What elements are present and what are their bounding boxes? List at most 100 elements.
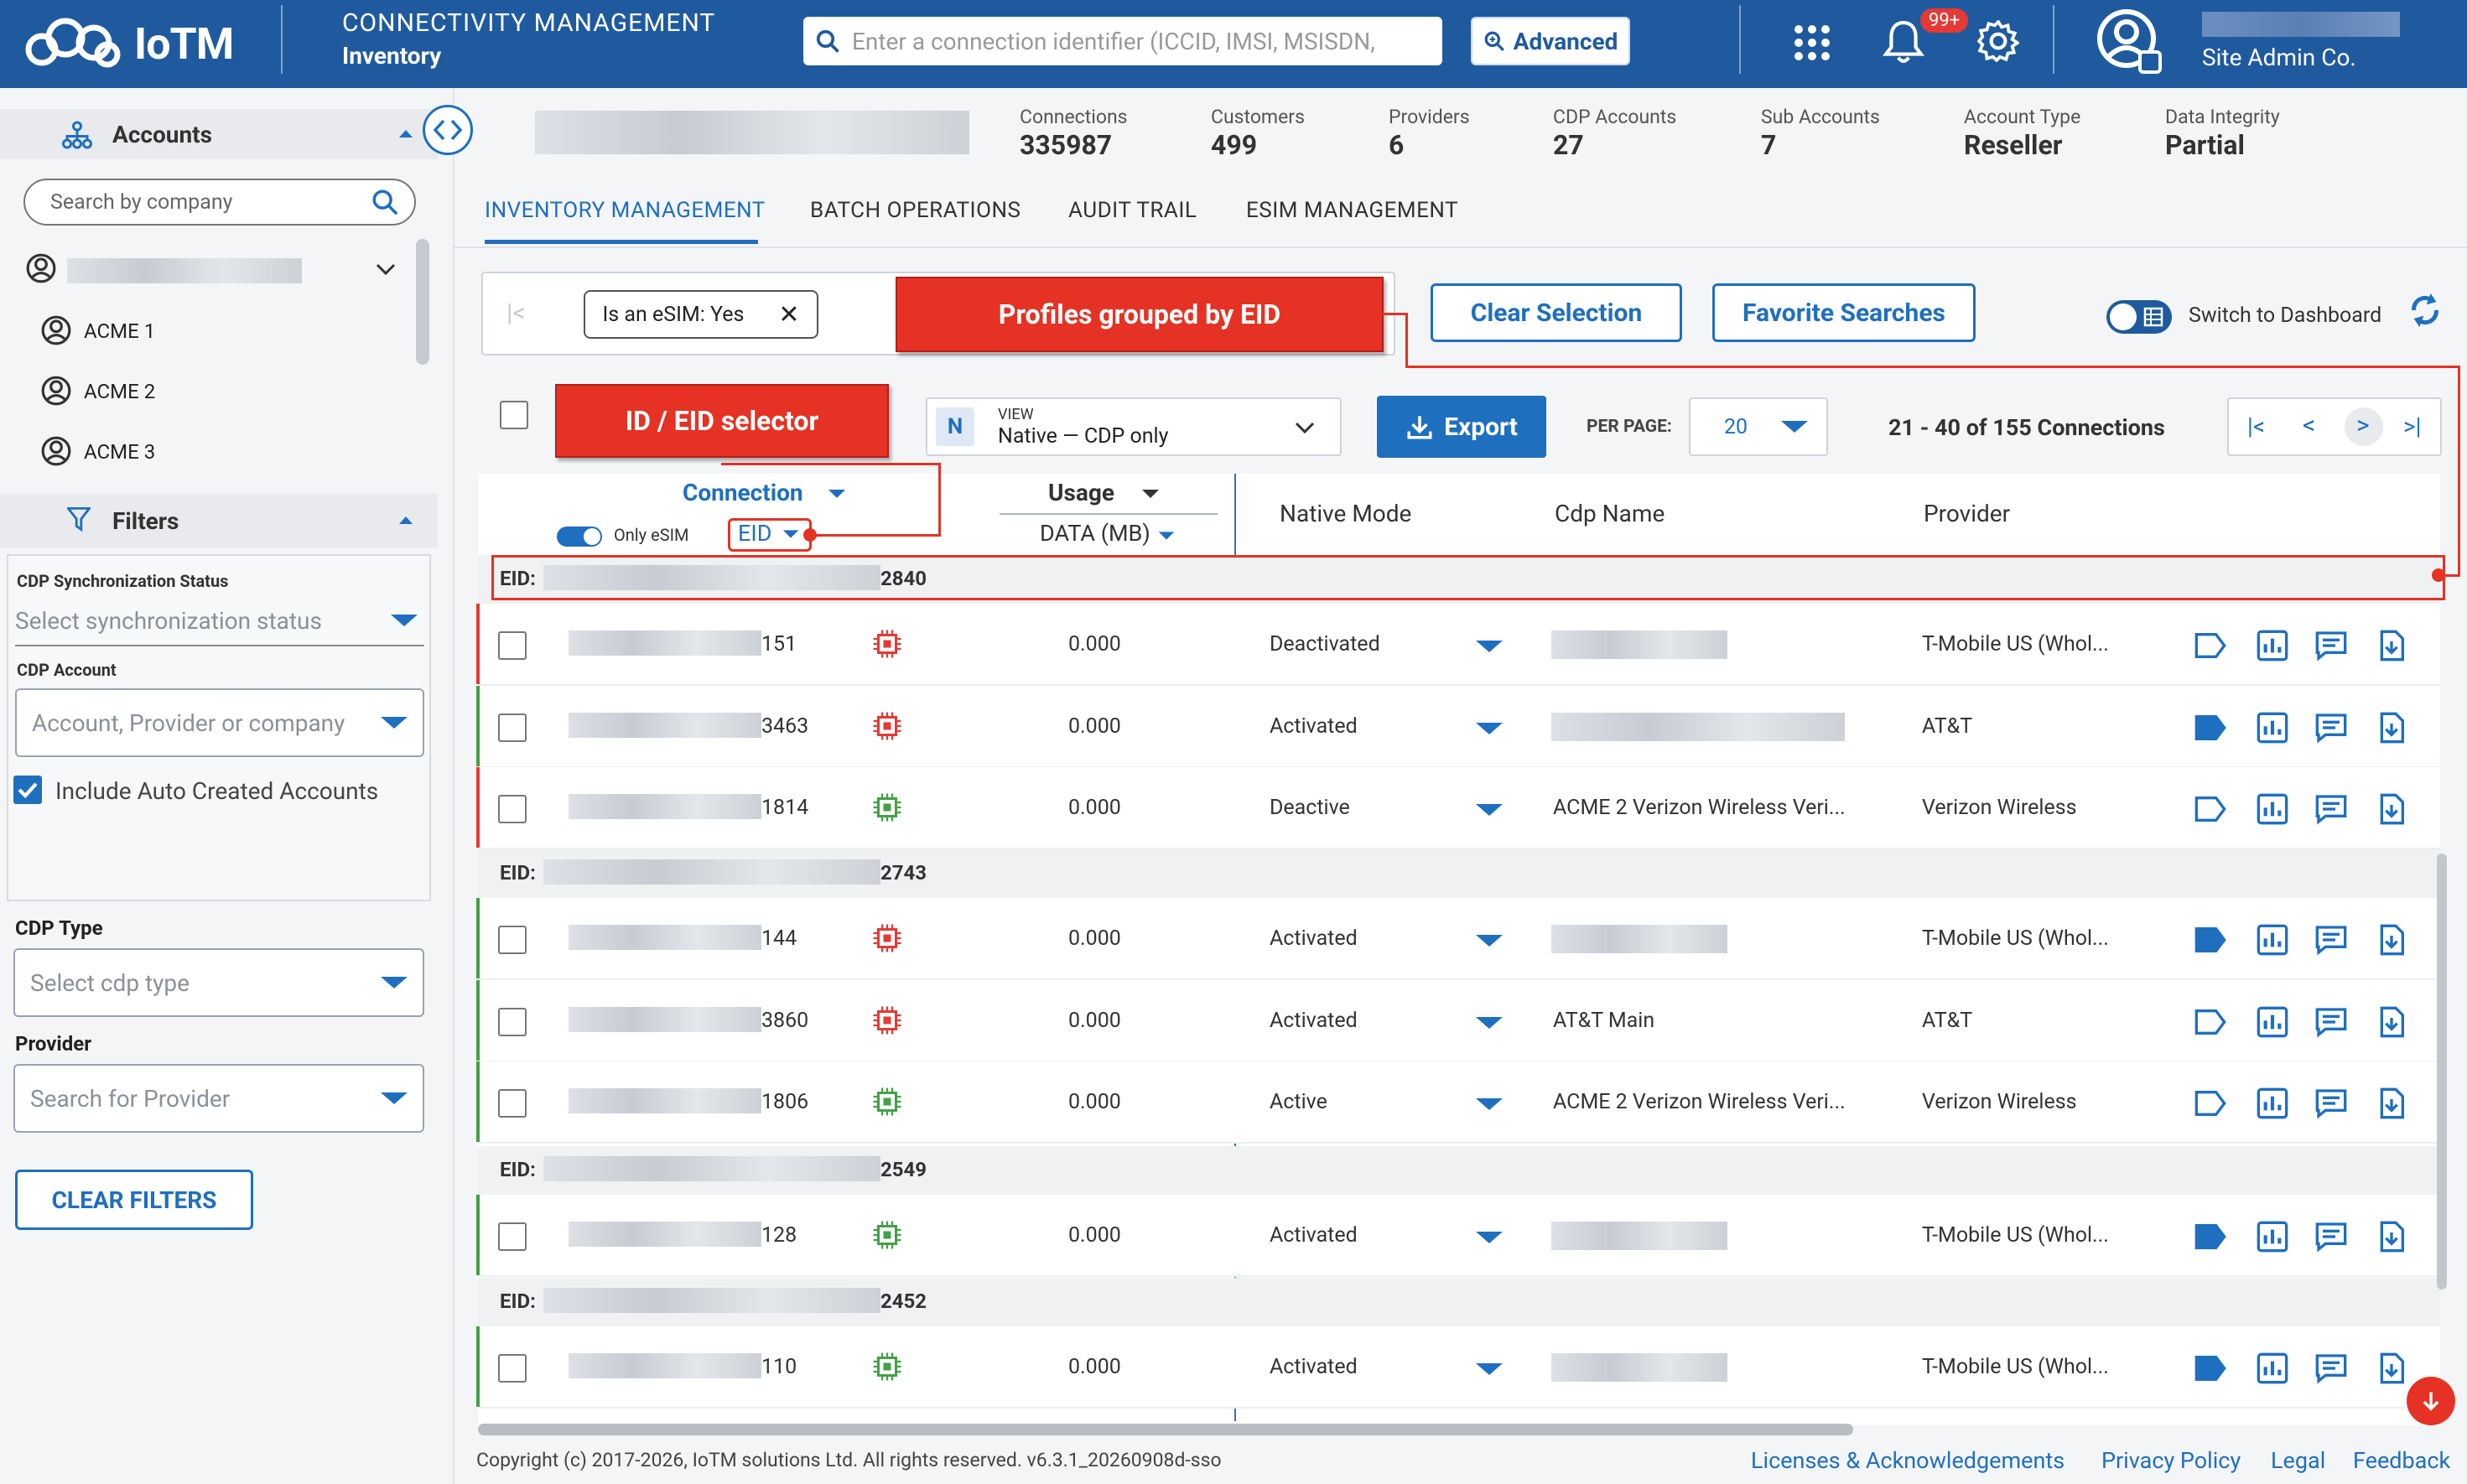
- download-doc-icon[interactable]: [2375, 711, 2408, 745]
- usage-column-header[interactable]: Usage: [1048, 479, 1114, 506]
- privacy-policy-link[interactable]: Privacy Policy: [2101, 1447, 2241, 1474]
- collapse-up-icon[interactable]: [397, 514, 414, 526]
- comment-icon[interactable]: [2314, 1005, 2348, 1039]
- download-doc-icon[interactable]: [2375, 792, 2408, 826]
- connection-id-suffix[interactable]: 110: [761, 1355, 797, 1379]
- tab-esim-management[interactable]: ESIM MANAGEMENT: [1246, 198, 1458, 223]
- mode-dropdown-caret[interactable]: [1476, 1098, 1503, 1110]
- connection-id-suffix[interactable]: 151: [761, 632, 797, 656]
- cdp-type-select[interactable]: Select cdp type: [13, 948, 424, 1017]
- connection-column-header[interactable]: Connection: [683, 479, 803, 506]
- comment-icon[interactable]: [2314, 629, 2348, 662]
- tag-icon[interactable]: [2194, 629, 2227, 662]
- usage-chart-icon[interactable]: [2256, 629, 2289, 662]
- tag-icon[interactable]: [2194, 1352, 2227, 1385]
- mode-dropdown-caret[interactable]: [1476, 1363, 1503, 1375]
- cdp-account-select[interactable]: Account, Provider or company: [15, 688, 424, 757]
- comment-icon[interactable]: [2314, 1352, 2348, 1385]
- download-doc-icon[interactable]: [2375, 1087, 2408, 1120]
- usage-chart-icon[interactable]: [2256, 711, 2289, 745]
- feedback-link[interactable]: Feedback: [2353, 1447, 2450, 1474]
- tag-icon[interactable]: [2194, 1005, 2227, 1039]
- dashboard-toggle[interactable]: [2106, 300, 2172, 334]
- connection-id-suffix[interactable]: 1814: [761, 796, 808, 820]
- include-auto-checkbox[interactable]: [13, 776, 42, 804]
- row-checkbox[interactable]: [498, 795, 527, 823]
- close-icon[interactable]: ✕: [778, 300, 799, 329]
- cdp-name-column-header[interactable]: Cdp Name: [1555, 500, 1665, 527]
- row-checkbox[interactable]: [498, 926, 527, 954]
- tab-inventory-management[interactable]: INVENTORY MANAGEMENT: [485, 198, 766, 223]
- row-checkbox[interactable]: [498, 1354, 527, 1383]
- filter-chip[interactable]: Is an eSIM: Yes ✕: [584, 290, 818, 339]
- connection-id-suffix[interactable]: 3860: [761, 1009, 808, 1033]
- row-checkbox[interactable]: [498, 1008, 527, 1036]
- mode-dropdown-caret[interactable]: [1476, 935, 1503, 947]
- collapse-up-icon[interactable]: [397, 127, 414, 139]
- comment-icon[interactable]: [2314, 711, 2348, 745]
- provider-select[interactable]: Search for Provider: [13, 1064, 424, 1133]
- usage-chart-icon[interactable]: [2256, 1352, 2289, 1385]
- caret-down-icon[interactable]: [827, 488, 847, 500]
- licenses-link[interactable]: Licenses & Acknowledgements: [1751, 1447, 2064, 1474]
- connection-search-input[interactable]: Enter a connection identifier (ICCID, IM…: [803, 17, 1442, 65]
- first-page-icon[interactable]: |<: [2247, 413, 2265, 440]
- tab-audit-trail[interactable]: AUDIT TRAIL: [1068, 198, 1197, 223]
- tab-batch-operations[interactable]: BATCH OPERATIONS: [810, 198, 1021, 223]
- legal-link[interactable]: Legal: [2271, 1447, 2325, 1474]
- connection-id-suffix[interactable]: 144: [761, 926, 797, 951]
- favorite-searches-button[interactable]: Favorite Searches: [1712, 283, 1976, 342]
- tag-icon[interactable]: [2194, 711, 2227, 745]
- usage-chart-icon[interactable]: [2256, 1005, 2289, 1039]
- comment-icon[interactable]: [2314, 923, 2348, 957]
- comment-icon[interactable]: [2314, 1087, 2348, 1120]
- per-page-select[interactable]: 20: [1689, 397, 1828, 456]
- mode-dropdown-caret[interactable]: [1476, 641, 1503, 652]
- select-all-checkbox[interactable]: [500, 401, 528, 429]
- vertical-scrollbar[interactable]: [2437, 854, 2447, 1289]
- mode-dropdown-caret[interactable]: [1476, 723, 1503, 734]
- usage-chart-icon[interactable]: [2256, 923, 2289, 957]
- tag-icon[interactable]: [2194, 792, 2227, 826]
- mode-dropdown-caret[interactable]: [1476, 1017, 1503, 1029]
- usage-chart-icon[interactable]: [2256, 1087, 2289, 1120]
- caret-down-icon[interactable]: [782, 528, 800, 540]
- app-logo[interactable]: IoTM: [23, 10, 234, 77]
- row-checkbox[interactable]: [498, 713, 527, 742]
- connection-id-suffix[interactable]: 128: [761, 1223, 797, 1248]
- clear-selection-button[interactable]: Clear Selection: [1431, 283, 1682, 342]
- provider-column-header[interactable]: Provider: [1924, 500, 2010, 527]
- first-page-icon[interactable]: |<: [506, 298, 526, 328]
- bell-icon[interactable]: [1883, 18, 1924, 65]
- view-select[interactable]: N VIEW Native — CDP only: [926, 397, 1342, 456]
- comment-icon[interactable]: [2314, 1220, 2348, 1253]
- gear-icon[interactable]: [1977, 20, 2019, 62]
- last-page-icon[interactable]: >|: [2403, 413, 2421, 440]
- connection-id-suffix[interactable]: 3463: [761, 714, 808, 739]
- refresh-icon[interactable]: [2408, 290, 2442, 330]
- advanced-search-button[interactable]: Advanced: [1471, 17, 1630, 65]
- only-esim-toggle[interactable]: [557, 527, 602, 547]
- cdp-sync-select[interactable]: Select synchronization status: [15, 596, 424, 646]
- mode-dropdown-caret[interactable]: [1476, 1232, 1503, 1243]
- eid-selector[interactable]: EID: [738, 520, 771, 547]
- download-doc-icon[interactable]: [2375, 1352, 2408, 1385]
- native-mode-column-header[interactable]: Native Mode: [1280, 500, 1411, 527]
- filters-section-header[interactable]: Filters: [0, 494, 438, 547]
- download-doc-icon[interactable]: [2375, 1005, 2408, 1039]
- tag-icon[interactable]: [2194, 1220, 2227, 1253]
- export-button[interactable]: Export: [1377, 396, 1546, 458]
- tag-icon[interactable]: [2194, 923, 2227, 957]
- download-doc-icon[interactable]: [2375, 1220, 2408, 1253]
- apps-grid-icon[interactable]: [1793, 23, 1831, 62]
- scroll-down-button[interactable]: [2407, 1377, 2455, 1425]
- row-checkbox[interactable]: [498, 631, 527, 660]
- mode-dropdown-caret[interactable]: [1476, 804, 1503, 816]
- caret-down-icon[interactable]: [1140, 488, 1161, 500]
- usage-unit[interactable]: DATA (MB): [1040, 520, 1150, 547]
- row-checkbox[interactable]: [498, 1222, 527, 1251]
- connection-id-suffix[interactable]: 1806: [761, 1090, 808, 1114]
- row-checkbox[interactable]: [498, 1089, 527, 1118]
- usage-chart-icon[interactable]: [2256, 792, 2289, 826]
- user-avatar-icon[interactable]: [2096, 8, 2163, 75]
